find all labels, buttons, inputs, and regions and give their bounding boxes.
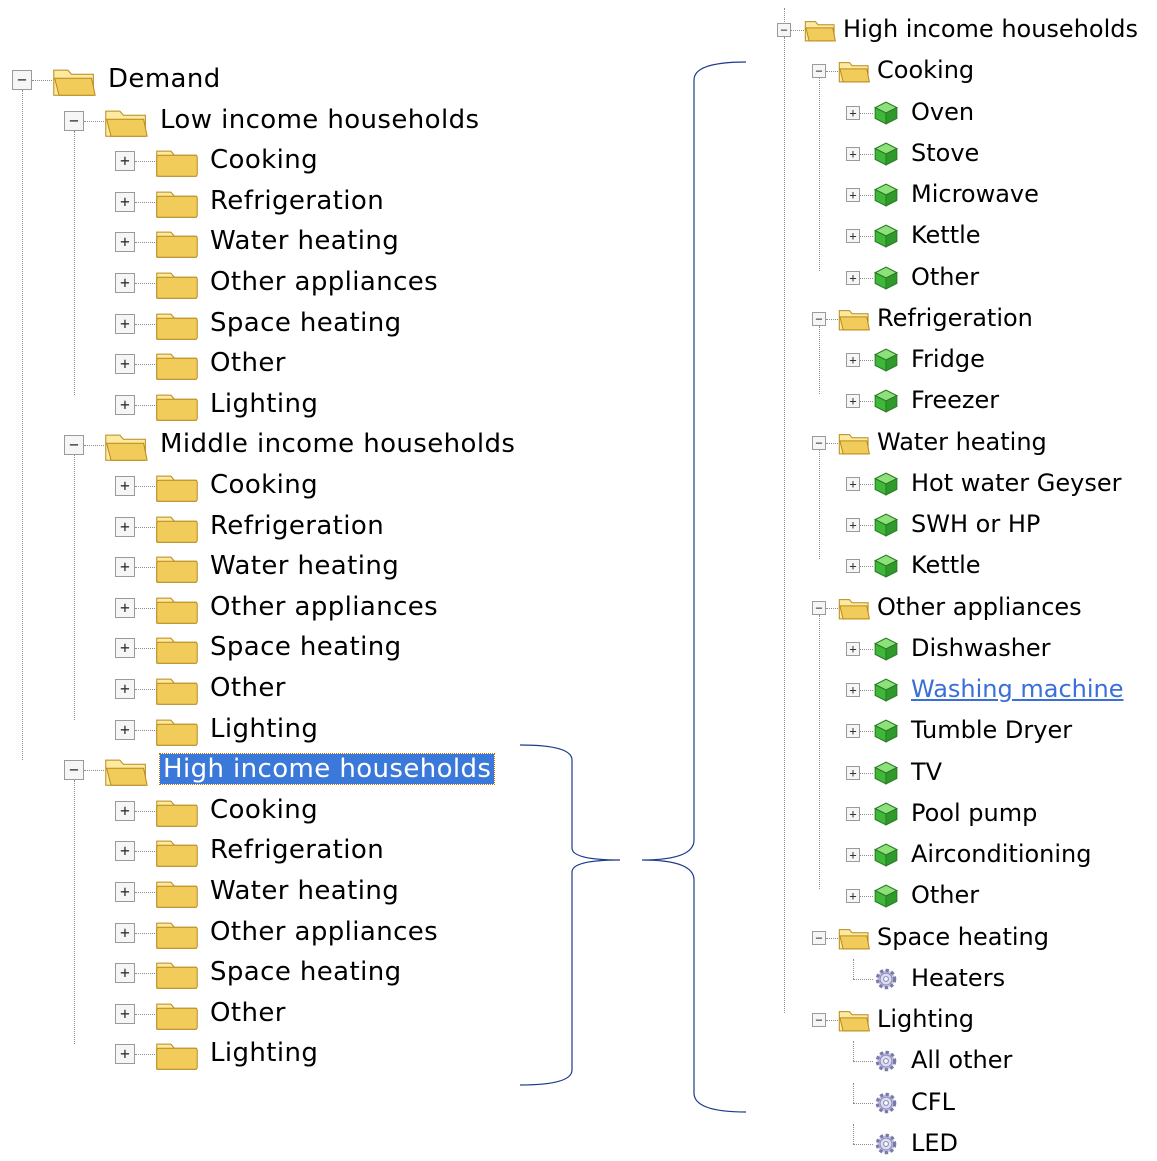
large-bracket (641, 61, 747, 1113)
small-bracket (519, 744, 621, 1086)
bracket-connector (519, 61, 747, 1113)
